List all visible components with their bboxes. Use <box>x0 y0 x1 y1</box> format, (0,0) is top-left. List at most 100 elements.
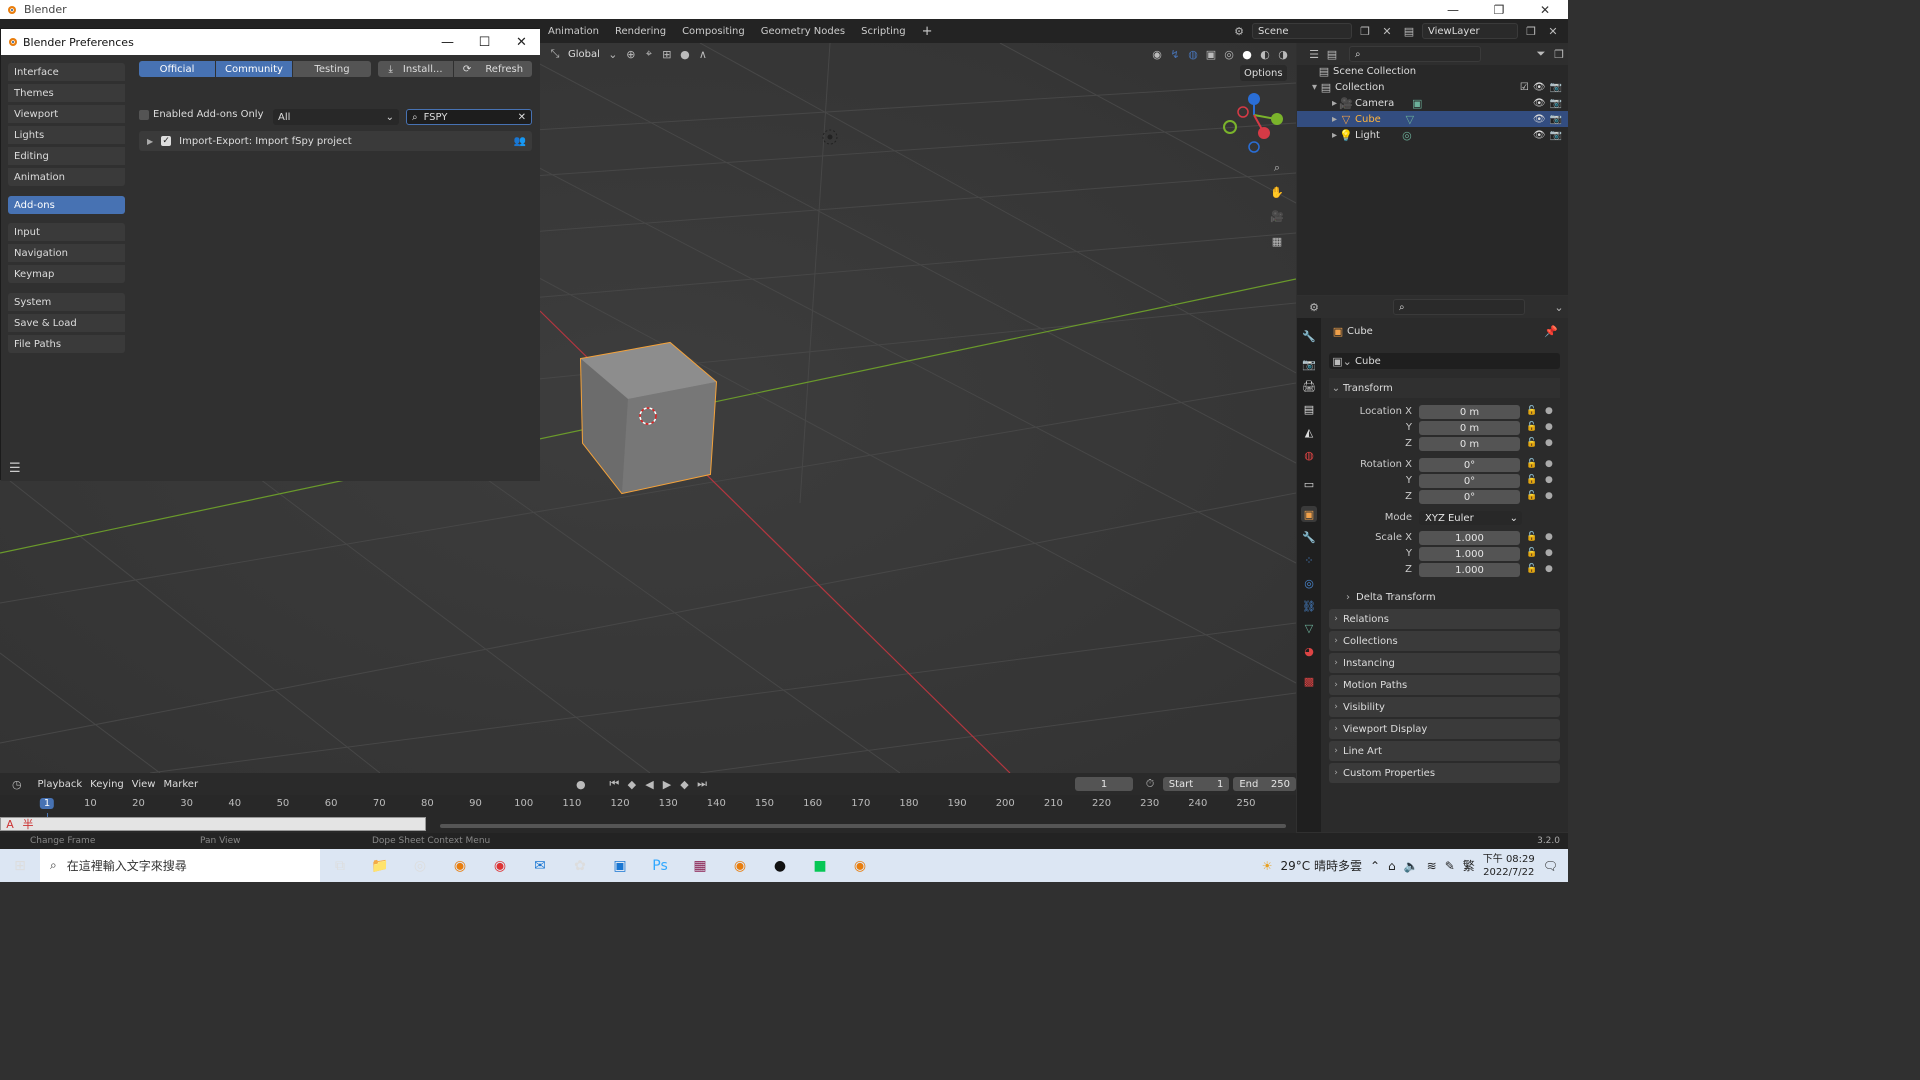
addon-row[interactable]: ▶ ✓ Import-Export: Import fSpy project 👥 <box>139 131 532 151</box>
ime-mode-icon[interactable]: 半 <box>19 816 37 832</box>
wifi-icon[interactable]: ≋ <box>1427 859 1437 873</box>
jump-start-icon[interactable]: ⏮ <box>606 776 624 792</box>
panel-instancing[interactable]: › Instancing <box>1329 653 1560 673</box>
nav-viewport[interactable]: Viewport <box>8 105 125 123</box>
scene-selector[interactable]: Scene <box>1252 23 1352 39</box>
material-tab-icon[interactable]: ◕ <box>1301 643 1317 659</box>
display-mode-icon[interactable]: ▤ <box>1323 46 1341 62</box>
data-tab-icon[interactable]: ▽ <box>1301 620 1317 636</box>
lock-icon[interactable]: 🔓 <box>1526 491 1537 501</box>
scale-z-field[interactable]: 1.000 <box>1419 563 1520 577</box>
minimize-icon[interactable]: — <box>429 35 466 50</box>
volume-icon[interactable]: 🔈 <box>1404 859 1419 873</box>
rotation-x-field[interactable]: 0° <box>1419 458 1520 472</box>
location-x-field[interactable]: 0 m <box>1419 405 1520 419</box>
play-icon[interactable]: ▶ <box>658 776 676 792</box>
outliner-row-collection[interactable]: ▾ ▤ Collection ☑ 👁 📷 <box>1297 79 1568 95</box>
editor-type-icon[interactable]: ⚙ <box>1305 299 1323 315</box>
solid-shading-icon[interactable]: ● <box>1238 46 1256 62</box>
outliner-row-camera[interactable]: ▸ 🎥 Camera ▣ 👁 📷 <box>1297 95 1568 111</box>
expand-arrow-icon[interactable]: ▸ <box>1297 98 1337 109</box>
app-icon[interactable]: ● <box>760 849 800 882</box>
checkbox-icon[interactable] <box>139 109 149 120</box>
keying-menu[interactable]: Keying <box>86 776 128 792</box>
tab-testing[interactable]: Testing <box>293 61 371 77</box>
location-y-field[interactable]: 0 m <box>1419 421 1520 435</box>
camera-render-icon[interactable]: 📷 <box>1550 82 1562 93</box>
rendered-shading-icon[interactable]: ◑ <box>1274 46 1292 62</box>
panel-line-art[interactable]: › Line Art <box>1329 741 1560 761</box>
view-layer-tab-icon[interactable]: ▤ <box>1301 401 1317 417</box>
view-menu[interactable]: View <box>128 776 160 792</box>
ime-indicator[interactable]: 繁 <box>1463 857 1475 874</box>
windows-start-icon[interactable]: ⊞ <box>0 849 40 882</box>
blender-app-icon[interactable]: ◉ <box>720 849 760 882</box>
nav-input[interactable]: Input <box>8 223 125 241</box>
view-layer-selector[interactable]: ViewLayer <box>1422 23 1518 39</box>
options-dropdown[interactable]: Options <box>1240 65 1287 81</box>
falloff-icon[interactable]: ∧ <box>694 46 712 62</box>
panel-viewport-display[interactable]: › Viewport Display <box>1329 719 1560 739</box>
network-icon[interactable]: ⌂ <box>1388 859 1396 873</box>
rotation-y-field[interactable]: 0° <box>1419 474 1520 488</box>
jump-end-icon[interactable]: ⏭ <box>693 776 711 792</box>
pen-icon[interactable]: ✎ <box>1445 859 1455 873</box>
hamburger-menu-icon[interactable]: ☰ <box>9 461 21 476</box>
new-view-layer-icon[interactable]: ❐ <box>1522 23 1540 39</box>
panel-relations[interactable]: › Relations <box>1329 609 1560 629</box>
camera-render-icon[interactable]: 📷 <box>1550 130 1562 141</box>
object-tab-icon[interactable]: ▣ <box>1301 506 1317 522</box>
tab-community[interactable]: Community <box>216 61 292 77</box>
scale-x-field[interactable]: 1.000 <box>1419 531 1520 545</box>
mail-icon[interactable]: ✉ <box>520 849 560 882</box>
transform-orientation-dropdown[interactable]: Global <box>564 46 604 62</box>
os-restore-button[interactable]: ❐ <box>1476 3 1522 17</box>
wireframe-shading-icon[interactable]: ◎ <box>1220 46 1238 62</box>
expand-arrow-icon[interactable]: ▶ <box>147 137 153 146</box>
app-icon[interactable]: ◎ <box>400 849 440 882</box>
prev-keyframe-icon[interactable]: ◆ <box>623 776 641 792</box>
pin-icon[interactable]: 📌 <box>1542 323 1560 339</box>
photoshop-icon[interactable]: Ps <box>640 849 680 882</box>
play-reverse-icon[interactable]: ◀ <box>641 776 659 792</box>
enabled-only-checkbox[interactable]: Enabled Add-ons Only <box>139 109 264 120</box>
nav-system[interactable]: System <box>8 293 125 311</box>
nav-save-load[interactable]: Save & Load <box>8 314 125 332</box>
keyframe-dot-icon[interactable]: ● <box>1545 548 1553 558</box>
file-explorer-icon[interactable]: 📁 <box>360 849 400 882</box>
weather-text[interactable]: 29°C 晴時多雲 <box>1281 857 1362 874</box>
timeline-scrollbar[interactable] <box>440 824 1286 828</box>
nav-keymap[interactable]: Keymap <box>8 265 125 283</box>
marker-menu[interactable]: Marker <box>159 776 202 792</box>
object-type-icon[interactable]: ▣⌄ <box>1329 353 1355 369</box>
clock[interactable]: 下午 08:29 2022/7/22 <box>1483 853 1535 879</box>
nav-navigation[interactable]: Navigation <box>8 244 125 262</box>
blender-app-icon[interactable]: ◉ <box>440 849 480 882</box>
chevron-up-icon[interactable]: ⌃ <box>1370 859 1380 873</box>
nav-themes[interactable]: Themes <box>8 84 125 102</box>
lock-icon[interactable]: 🔓 <box>1526 459 1537 469</box>
snap-icon[interactable]: ⌖ <box>640 46 658 62</box>
ime-letter-icon[interactable]: A <box>1 818 19 831</box>
current-frame-field[interactable]: 1 <box>1074 777 1134 791</box>
panel-motion-paths[interactable]: › Motion Paths <box>1329 675 1560 695</box>
scene-tab-icon[interactable]: ◭ <box>1301 424 1317 440</box>
nav-add-ons[interactable]: Add-ons <box>8 196 125 214</box>
camera-view-icon[interactable]: 🎥 <box>1268 208 1286 224</box>
zoom-icon[interactable]: ⌕ <box>1268 160 1286 176</box>
lock-icon[interactable]: 🔓 <box>1526 548 1537 558</box>
keyframe-dot-icon[interactable]: ● <box>1545 475 1553 485</box>
outliner-row-scene-collection[interactable]: ▤ Scene Collection <box>1297 63 1568 79</box>
eye-icon[interactable]: 👁 <box>1533 114 1546 125</box>
winrar-icon[interactable]: ▦ <box>680 849 720 882</box>
outliner-row-cube[interactable]: ▸ ▽ Cube ▽ 👁 📷 <box>1297 111 1568 127</box>
lock-icon[interactable]: 🔓 <box>1526 438 1537 448</box>
tab-compositing[interactable]: Compositing <box>674 26 753 37</box>
keyframe-dot-icon[interactable]: ● <box>1545 406 1553 416</box>
light-data-icon[interactable]: ◎ <box>1398 127 1416 143</box>
mesh-data-icon[interactable]: ▽ <box>1401 111 1419 127</box>
delete-scene-icon[interactable]: ✕ <box>1378 23 1396 39</box>
eye-icon[interactable]: 👁 <box>1533 82 1546 93</box>
addon-enable-checkbox[interactable]: ✓ <box>161 136 172 146</box>
next-keyframe-icon[interactable]: ◆ <box>676 776 694 792</box>
